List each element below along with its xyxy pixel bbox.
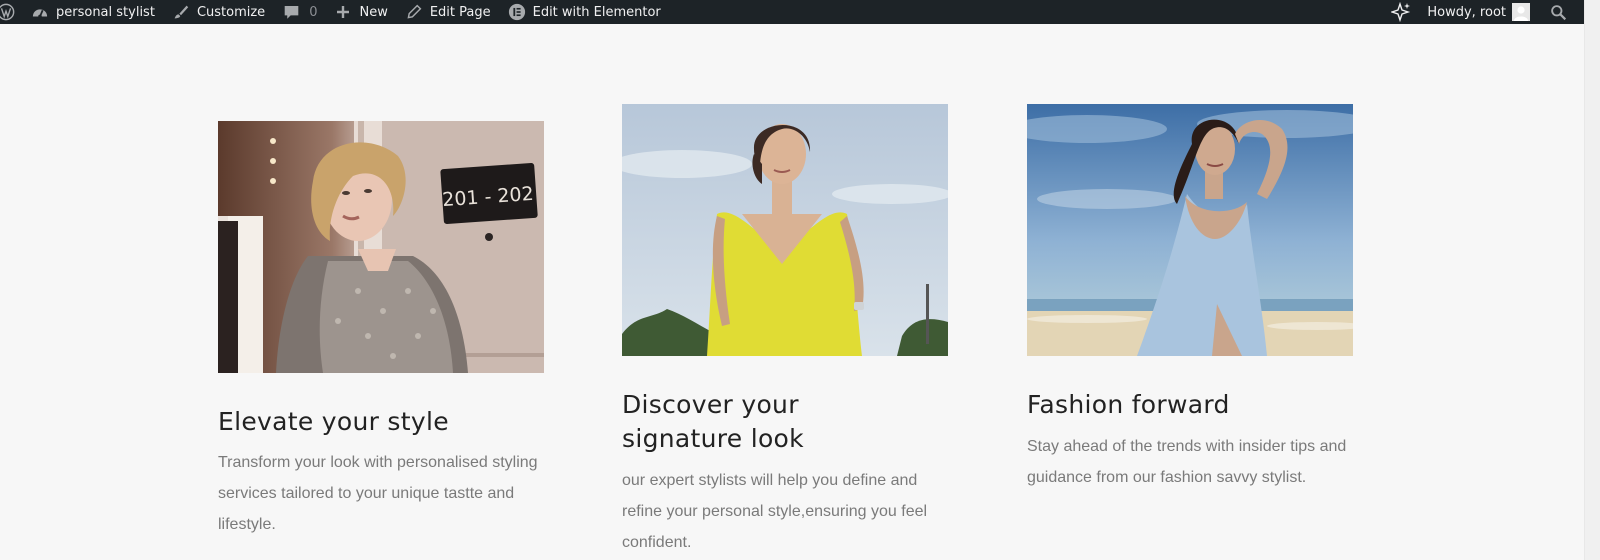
comments-link[interactable]: 0 [273, 0, 325, 24]
plus-icon [333, 2, 353, 22]
search-icon [1548, 2, 1568, 22]
edit-elementor-label: Edit with Elementor [532, 4, 661, 20]
admin-bar: personal stylist Customize 0 New Edit Pa… [0, 0, 1584, 24]
search-button[interactable] [1538, 0, 1584, 24]
new-label: New [359, 4, 388, 20]
card-2-text: our expert stylists will help you define… [622, 472, 928, 551]
ai-assistant-button[interactable] [1383, 0, 1419, 24]
site-name-label: personal stylist [56, 4, 155, 20]
edit-elementor-link[interactable]: Edit with Elementor [499, 0, 669, 24]
card-2-title: Discover your signature look [622, 390, 804, 453]
elementor-icon [507, 2, 527, 22]
pencil-icon [404, 2, 424, 22]
card-1-title: Elevate your style [218, 407, 449, 436]
comments-count: 0 [309, 4, 318, 20]
edit-page-link[interactable]: Edit Page [396, 0, 499, 24]
card-1-text: Transform your look with personalised st… [218, 454, 538, 533]
wordpress-icon [0, 2, 16, 22]
customize-label: Customize [196, 4, 266, 20]
brush-icon [171, 2, 191, 22]
card-3-image [1027, 104, 1353, 356]
avatar [1512, 3, 1530, 21]
my-account-link[interactable]: Howdy, root [1419, 0, 1538, 24]
edit-page-label: Edit Page [429, 4, 491, 20]
card-2-image [622, 104, 948, 356]
card-1-image: 201 - 202 [218, 121, 544, 373]
new-content-link[interactable]: New [325, 0, 395, 24]
customize-link[interactable]: Customize [163, 0, 273, 24]
comment-icon [281, 2, 301, 22]
howdy-label: Howdy, root [1427, 4, 1506, 20]
wordpress-menu[interactable] [0, 0, 22, 24]
dashboard-icon [30, 2, 50, 22]
site-name-link[interactable]: personal stylist [22, 0, 163, 24]
card-3-title: Fashion forward [1027, 390, 1230, 419]
card-3-text: Stay ahead of the trends with insider ti… [1027, 438, 1347, 486]
page-scrollbar[interactable] [1584, 0, 1600, 560]
sparkle-icon [1391, 2, 1411, 22]
